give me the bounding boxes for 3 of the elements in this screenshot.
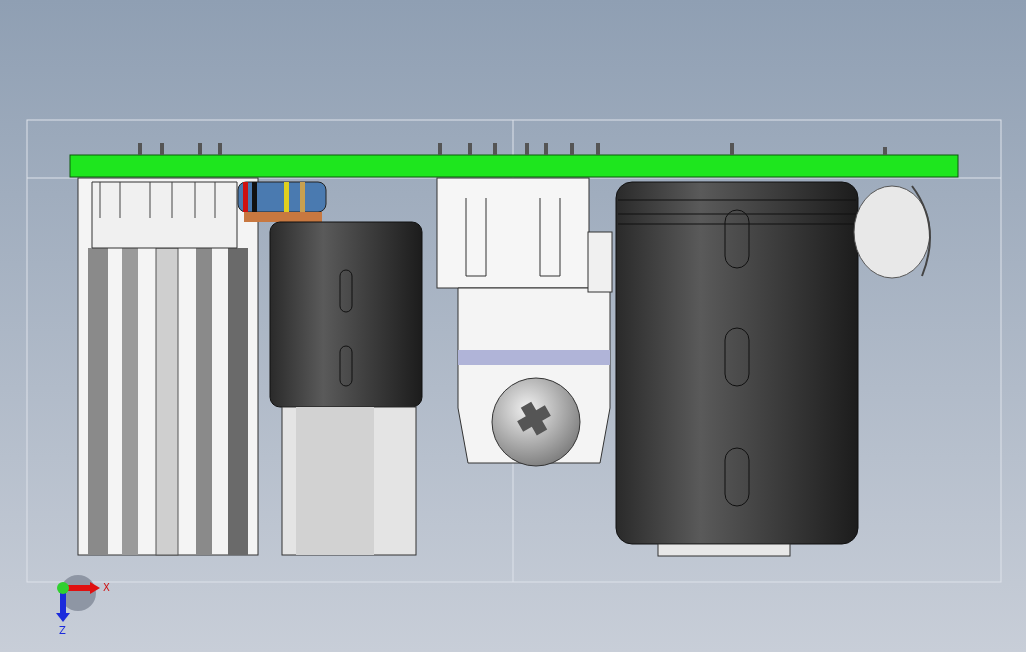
z-axis-label: Z — [59, 625, 66, 636]
axis-triad-icon — [56, 575, 100, 622]
x-axis-label: X — [103, 582, 110, 593]
